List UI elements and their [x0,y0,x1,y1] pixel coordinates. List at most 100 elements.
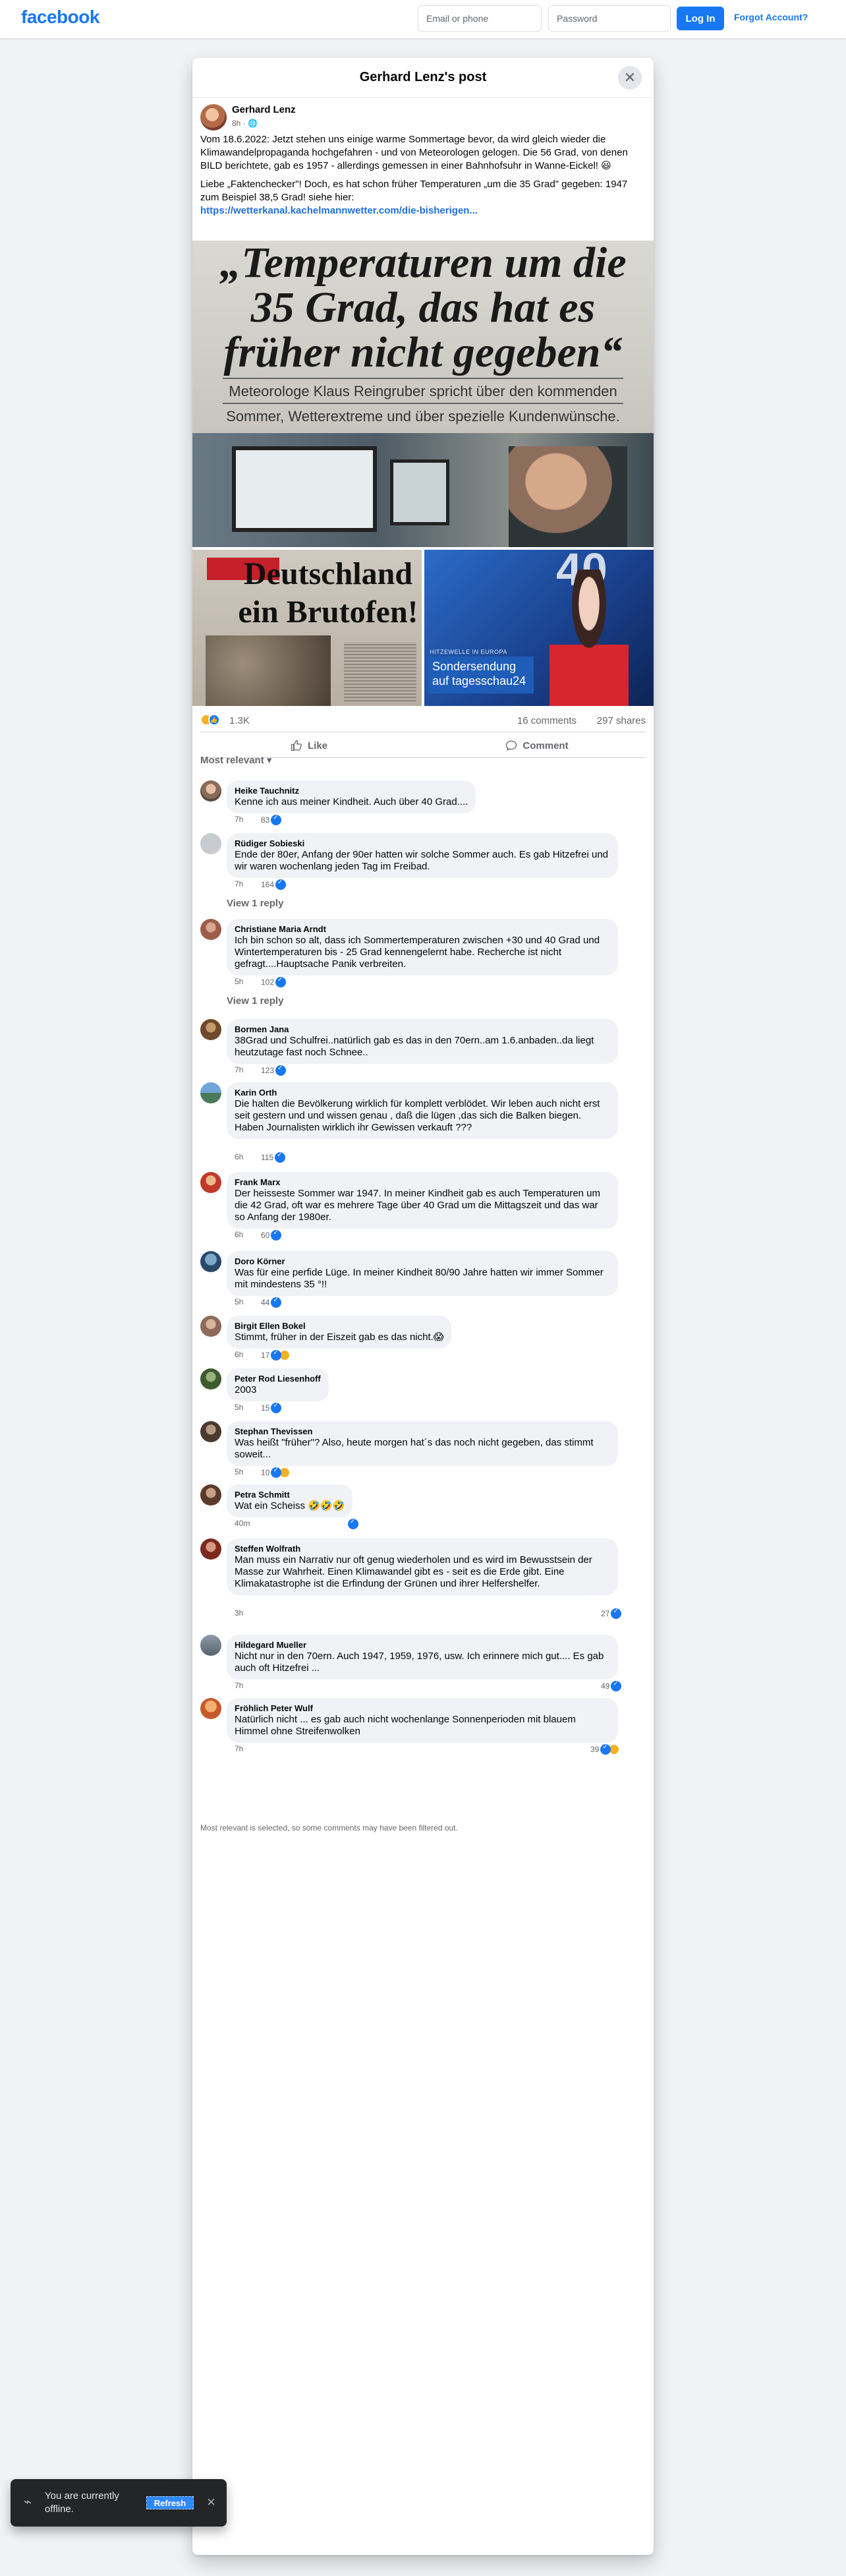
comment-age[interactable]: 7h [235,815,243,824]
comment-reactions[interactable]: 27 [601,1608,622,1619]
comment-age[interactable]: 3h [235,1608,243,1618]
comment-author[interactable]: Fröhlich Peter Wulf [235,1703,610,1714]
comment-reactions[interactable]: 60 [261,1229,282,1241]
comment-bubble: Hildegard Mueller Nicht nur in den 70ern… [227,1635,618,1680]
comment-reaction-count: 83 [261,815,270,825]
avatar[interactable] [200,1316,221,1337]
comment-age[interactable]: 7h [235,1744,243,1753]
comment-bubble: Birgit Ellen Bokel Stimmt, früher in der… [227,1316,452,1349]
avatar[interactable] [200,780,221,802]
comment-reaction-count: 102 [261,978,275,987]
comment-bubble: Frank Marx Der heisseste Sommer war 1947… [227,1172,618,1229]
comment-bubble: Fröhlich Peter Wulf Natürlich nicht ... … [227,1698,618,1743]
facebook-logo[interactable]: facebook [21,7,99,28]
comment-age[interactable]: 5h [235,1403,243,1412]
post-image-main[interactable]: „Temperaturen um die 35 Grad, das hat es… [192,241,654,547]
comment-reactions[interactable]: 102 [261,976,287,987]
post-link[interactable]: https://wetterkanal.kachelmannwetter.com… [200,205,478,216]
comment-reactions[interactable]: 164 [261,879,287,890]
reaction-icons[interactable]: 👍 [200,714,227,726]
comment-age[interactable]: 7h [235,1681,243,1690]
comment-author[interactable]: Bormen Jana [235,1024,610,1035]
comment-reactions[interactable]: 44 [261,1297,282,1308]
comment-bubble: Petra Schmitt Wat ein Scheiss 🤣🤣🤣 [227,1484,353,1517]
password-field[interactable] [548,5,671,32]
refresh-button[interactable]: Refresh [146,2496,194,2509]
close-icon[interactable]: × [207,2494,215,2511]
post-author[interactable]: Gerhard Lenz [232,104,296,115]
login-button[interactable]: Log In [677,7,724,30]
reaction-count[interactable]: 1.3K [229,715,250,726]
comment-age[interactable]: 5h [235,1467,243,1477]
avatar[interactable] [200,1368,221,1390]
comment-bubble: Bormen Jana 38Grad und Schulfrei..natürl… [227,1019,618,1064]
avatar[interactable] [200,1019,221,1040]
post-body: Vom 18.6.2022: Jetzt stehen uns einige w… [192,133,654,218]
comment-reactions[interactable]: 115 [261,1152,286,1163]
comment-reactions[interactable]: 10 [261,1467,291,1478]
close-icon[interactable]: ✕ [618,66,642,90]
avatar[interactable] [200,1082,221,1103]
comment-reactions[interactable]: 39 [590,1743,620,1755]
like-button[interactable]: Like [200,736,418,755]
comment-author[interactable]: Stephan Thevissen [235,1426,610,1437]
avatar[interactable] [200,1698,221,1719]
comment-button[interactable]: Comment [428,736,646,755]
comment-author[interactable]: Rüdiger Sobieski [235,838,610,849]
comment-author[interactable]: Frank Marx [235,1177,610,1188]
comment-author[interactable]: Petra Schmitt [235,1490,345,1500]
comment-reactions[interactable]: 17 [261,1349,291,1361]
post-timestamp[interactable]: 8h · 🌐 [232,119,258,128]
comment-author[interactable]: Hildegard Mueller [235,1640,610,1651]
comment-author[interactable]: Doro Körner [235,1256,610,1267]
comment-author[interactable]: Heike Tauchnitz [235,786,468,796]
comment-author[interactable]: Karin Orth [235,1088,610,1098]
tv-caption: Sondersendung auf tagesschau24 [428,657,534,693]
post-image-bild[interactable]: Deutschland ein Brutofen! [192,550,422,706]
avatar[interactable] [200,104,227,131]
comment-author[interactable]: Birgit Ellen Bokel [235,1321,443,1332]
post-image-tagesschau[interactable]: 40 HITZEWELLE IN EUROPA Sondersendung au… [424,550,654,706]
comment-age[interactable]: 6h [235,1350,243,1359]
avatar[interactable] [200,1484,221,1506]
like-label: Like [307,740,327,751]
comment-age[interactable]: 7h [235,1065,243,1074]
like-reaction-icon [271,1349,282,1361]
forgot-account-link[interactable]: Forgot Account? [734,12,808,22]
avatar[interactable] [200,1251,221,1272]
comment-reactions[interactable]: 15 [261,1402,282,1413]
comment-author[interactable]: Peter Rod Liesenhoff [235,1374,321,1384]
comment-reactions[interactable]: 83 [261,814,282,825]
avatar[interactable] [200,1421,221,1442]
share-count[interactable]: 297 shares [597,715,646,726]
view-replies-link[interactable]: View 1 reply [227,995,283,1007]
offline-wifi-icon: ⌁ [24,2495,32,2509]
comment-age[interactable]: 5h [235,1297,243,1306]
view-replies-link[interactable]: View 1 reply [227,898,283,909]
comment-text: Wat ein Scheiss 🤣🤣🤣 [235,1500,345,1511]
comment-age[interactable]: 5h [235,977,243,986]
comment-sort-dropdown[interactable]: Most relevant ▾ [200,754,271,766]
comment-age[interactable]: 6h [235,1152,243,1161]
newspaper-photo [206,635,331,706]
comment-reactions[interactable] [347,1518,358,1529]
avatar[interactable] [200,1172,221,1193]
avatar[interactable] [200,833,221,854]
comment-age[interactable]: 7h [235,879,243,889]
comment-author[interactable]: Steffen Wolfrath [235,1544,610,1554]
comment-count[interactable]: 16 comments [517,715,577,726]
comment-age[interactable]: 40m [235,1519,250,1528]
avatar[interactable] [200,1635,221,1656]
comment-reactions[interactable]: 49 [601,1680,622,1691]
comment-reaction-count: 15 [261,1403,270,1413]
avatar[interactable] [200,1538,221,1560]
avatar[interactable] [200,919,221,940]
comment-author[interactable]: Christiane Maria Arndt [235,924,610,935]
comment-reaction-count: 49 [601,1682,610,1691]
comment-reactions[interactable]: 123 [261,1065,287,1076]
email-field[interactable] [418,5,542,32]
like-reaction-icon [611,1608,622,1619]
like-reaction-icon [275,1065,287,1076]
comment-age[interactable]: 6h [235,1230,243,1239]
post-header [192,98,654,133]
